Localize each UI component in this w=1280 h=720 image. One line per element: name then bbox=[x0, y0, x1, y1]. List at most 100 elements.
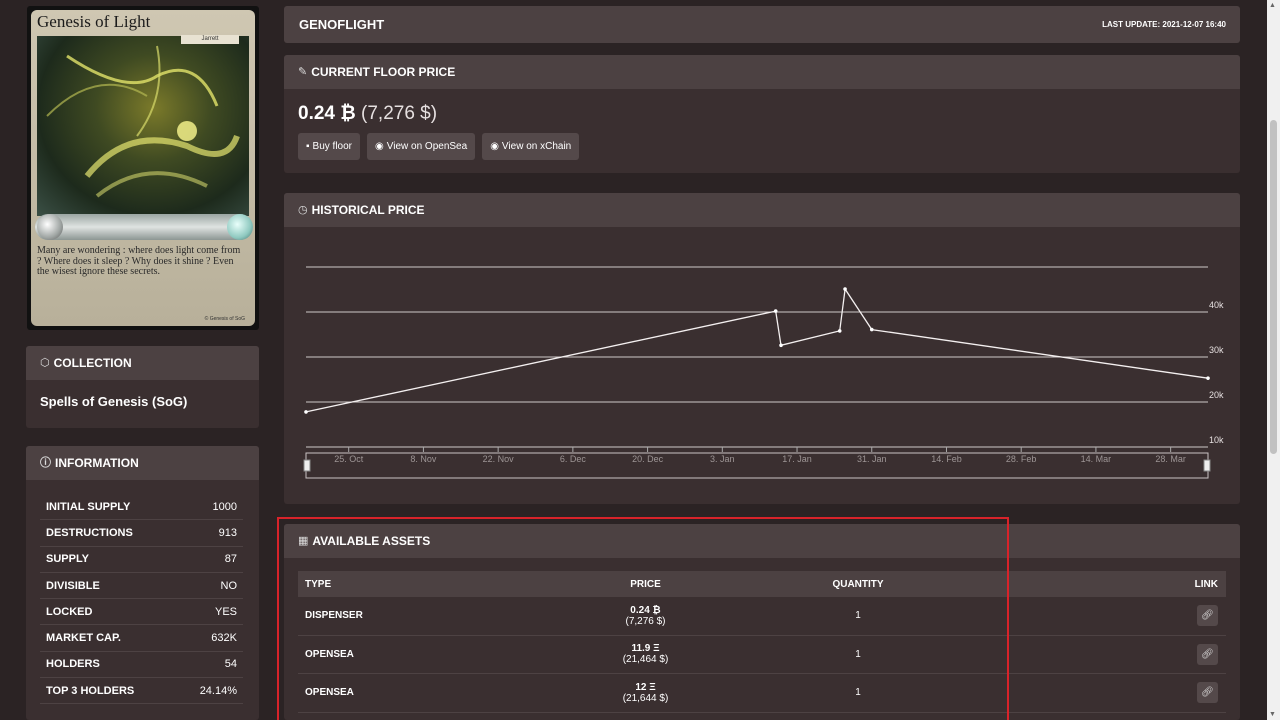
chart-navigator[interactable] bbox=[303, 452, 1211, 479]
x-tick-label: 20. Dec bbox=[632, 454, 664, 464]
asset-price: 11.9 Ξ (21,464 $) bbox=[558, 643, 733, 665]
x-tick-label: 17. Jan bbox=[782, 454, 812, 464]
asset-price-crypto: 12 Ξ bbox=[635, 681, 656, 693]
historical-price-panel: ◷ HISTORICAL PRICE 10k 20k 30k 40k 25. Oct 8… bbox=[284, 193, 1240, 504]
x-tick-label: 6. Dec bbox=[560, 454, 587, 464]
info-row-market-cap: MARKET CAP. 632K bbox=[40, 625, 243, 652]
x-tick-label: 3. Jan bbox=[710, 454, 735, 464]
information-heading: ⓘ INFORMATION bbox=[26, 446, 259, 480]
collection-name[interactable]: Spells of Genesis (SoG) bbox=[26, 380, 259, 423]
crystal-orb-icon bbox=[227, 214, 253, 240]
historical-price-heading: ◷ HISTORICAL PRICE bbox=[284, 193, 1240, 227]
card-title: Genesis of Light bbox=[37, 12, 151, 31]
asset-type: OPENSEA bbox=[305, 648, 354, 660]
link-icon[interactable]: 🔗︎ bbox=[1197, 643, 1218, 665]
asset-quantity: 1 bbox=[855, 687, 861, 699]
view-opensea-button[interactable]: ◉ View on OpenSea bbox=[367, 133, 476, 160]
data-point bbox=[1206, 376, 1210, 380]
card-illustration bbox=[37, 36, 249, 216]
table-row: OPENSEA 11.9 Ξ (21,464 $) 1 🔗︎ bbox=[298, 636, 1226, 674]
info-icon: ⓘ bbox=[40, 457, 51, 469]
x-tick-label: 22. Nov bbox=[483, 454, 515, 464]
chart-grid bbox=[306, 266, 1208, 448]
info-row-divisible: DIVISIBLE NO bbox=[40, 573, 243, 600]
eye-icon: ◉ bbox=[375, 141, 384, 152]
info-value: NO bbox=[220, 579, 238, 592]
data-point bbox=[843, 287, 847, 291]
asset-price-crypto: 11.9 Ξ bbox=[631, 643, 660, 655]
asset-quantity: 1 bbox=[855, 648, 861, 660]
compass-orb-icon bbox=[37, 214, 63, 240]
scroll-thumb[interactable] bbox=[1270, 120, 1277, 454]
grid-icon: ▦ bbox=[298, 535, 309, 547]
floor-price-usd: (7,276 $) bbox=[361, 103, 438, 124]
collection-heading-label: COLLECTION bbox=[53, 356, 132, 370]
data-point bbox=[837, 329, 842, 333]
col-link: LINK bbox=[1194, 578, 1218, 590]
last-update: LAST UPDATE: 2021-12-07 16:40 bbox=[1102, 20, 1226, 29]
scroll-down-icon[interactable]: ▼ bbox=[1269, 711, 1276, 718]
info-label: DESTRUCTIONS bbox=[46, 526, 133, 539]
page-scrollbar[interactable]: ▲ ▼ bbox=[1267, 0, 1280, 720]
available-assets-heading: ▦ AVAILABLE ASSETS bbox=[284, 524, 1240, 558]
info-row-top3-holders: TOP 3 HOLDERS 24.14% bbox=[40, 678, 243, 705]
navigator-right-handle[interactable] bbox=[1203, 459, 1211, 472]
asset-price: 0.24 ₿ (7,276 $) bbox=[558, 605, 733, 627]
info-row-initial-supply: INITIAL SUPPLY 1000 bbox=[40, 494, 243, 521]
x-tick-label: 28. Mar bbox=[1155, 454, 1186, 464]
card-divider-bar bbox=[35, 214, 253, 240]
floor-price-heading: ✎ CURRENT FLOOR PRICE bbox=[284, 55, 1240, 89]
info-value: 24.14% bbox=[199, 684, 237, 697]
card-artist-tag: Jarrett bbox=[181, 35, 239, 44]
asset-quantity: 1 bbox=[855, 610, 861, 622]
card-artwork: Genesis of Light Jarrett Many are wonder… bbox=[27, 6, 259, 330]
info-value: 87 bbox=[224, 553, 237, 566]
data-point bbox=[869, 327, 874, 332]
data-point bbox=[304, 410, 308, 414]
asset-price-usd: (21,644 $) bbox=[622, 692, 669, 704]
eye-icon: ◉ bbox=[490, 141, 499, 152]
assets-heading-label: AVAILABLE ASSETS bbox=[312, 534, 431, 548]
history-heading-label: HISTORICAL PRICE bbox=[311, 203, 425, 217]
data-point bbox=[773, 309, 778, 313]
price-chart[interactable]: 10k20k30k40k 25. Oct 8. Nov 22. Nov 6. Dec 2… bbox=[284, 227, 1240, 504]
information-heading-label: INFORMATION bbox=[55, 456, 139, 470]
y-tick-label: 30k bbox=[1209, 345, 1224, 355]
y-tick-label: 10k bbox=[1209, 435, 1224, 445]
navigator-left-handle[interactable] bbox=[303, 459, 311, 472]
asset-type: OPENSEA bbox=[305, 687, 354, 699]
assets-table: TYPE PRICE QUANTITY LINK DISPENSER 0.24 … bbox=[298, 571, 1226, 713]
buy-floor-button[interactable]: ▪ Buy floor bbox=[298, 133, 361, 160]
scroll-up-icon[interactable]: ▲ bbox=[1269, 2, 1276, 9]
table-row: DISPENSER 0.24 ₿ (7,276 $) 1 🔗︎ bbox=[298, 597, 1226, 636]
collection-panel: ⬡ COLLECTION Spells of Genesis (SoG) bbox=[26, 346, 259, 428]
information-panel: ⓘ INFORMATION INITIAL SUPPLY 1000 DESTRUC… bbox=[26, 446, 259, 720]
col-type: TYPE bbox=[305, 578, 332, 590]
x-tick-label: 28. Feb bbox=[1006, 454, 1037, 464]
navigator-range[interactable] bbox=[305, 452, 1209, 479]
tag-icon: ✎ bbox=[298, 66, 308, 78]
floor-price-panel: ✎ CURRENT FLOOR PRICE 0.24 ₿ (7,276 $) ▪… bbox=[284, 55, 1240, 173]
view-xchain-button[interactable]: ◉ View on xChain bbox=[482, 133, 580, 160]
view-xchain-label: View on xChain bbox=[501, 141, 572, 152]
chart-x-ticks: 25. Oct 8. Nov 22. Nov 6. Dec 20. Dec 3. Jan 1… bbox=[334, 447, 1186, 464]
y-tick-label: 20k bbox=[1209, 390, 1224, 400]
info-label: HOLDERS bbox=[46, 658, 100, 671]
collection-heading: ⬡ COLLECTION bbox=[26, 346, 259, 380]
link-icon[interactable]: 🔗︎ bbox=[1197, 682, 1218, 704]
x-tick-label: 8. Nov bbox=[410, 454, 437, 464]
chart-y-ticks: 10k 20k 30k 40k bbox=[1209, 300, 1224, 445]
card-frame: Genesis of Light Jarrett Many are wonder… bbox=[31, 10, 255, 326]
bag-icon: ▪ bbox=[306, 141, 310, 152]
info-label: MARKET CAP. bbox=[46, 632, 121, 645]
info-label: LOCKED bbox=[46, 605, 93, 618]
x-tick-label: 31. Jan bbox=[857, 454, 887, 464]
info-value: 1000 bbox=[212, 500, 237, 513]
floor-actions: ▪ Buy floor ◉ View on OpenSea ◉ View on … bbox=[298, 133, 580, 160]
info-label: INITIAL SUPPLY bbox=[46, 500, 131, 513]
asset-link-cell: 🔗︎ bbox=[983, 643, 1226, 665]
view-opensea-label: View on OpenSea bbox=[386, 141, 468, 152]
floor-price-value: 0.24 ₿ (7,276 $) bbox=[298, 103, 437, 125]
link-icon[interactable]: 🔗︎ bbox=[1197, 605, 1218, 627]
buy-floor-label: Buy floor bbox=[312, 141, 353, 152]
